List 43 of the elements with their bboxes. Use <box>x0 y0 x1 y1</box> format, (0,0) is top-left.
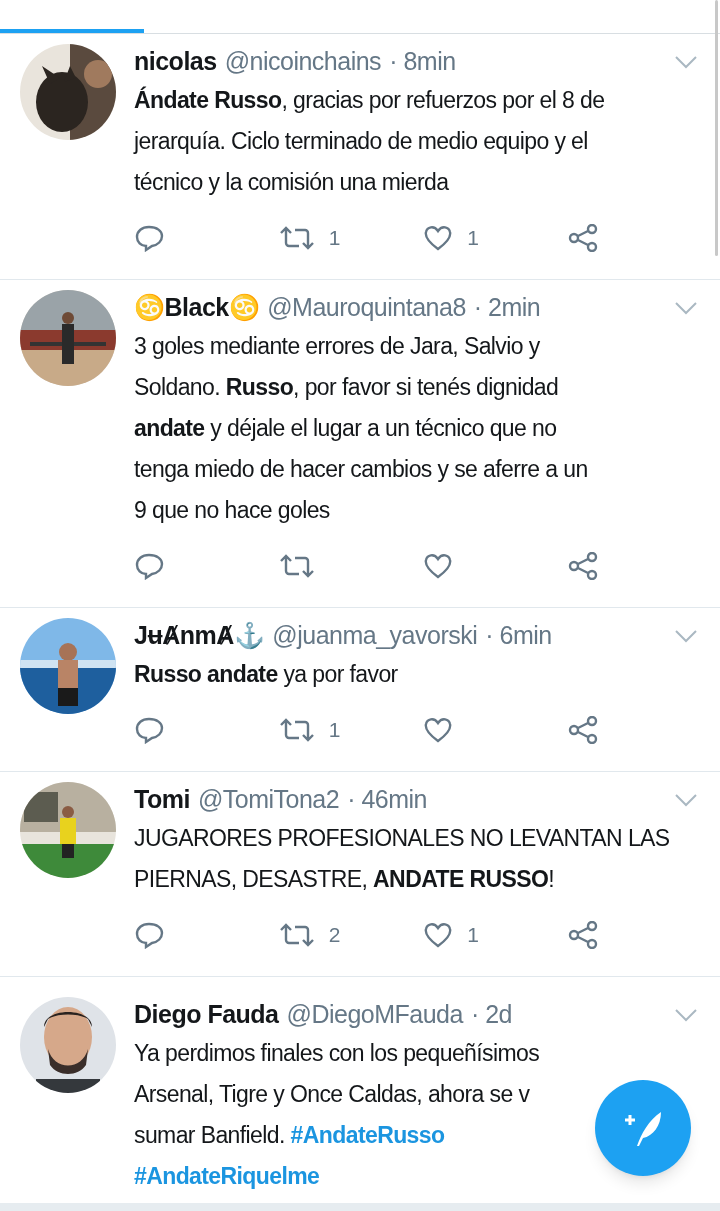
retweet-icon[interactable] <box>278 922 315 948</box>
share-icon[interactable] <box>568 921 598 949</box>
tweet-text: Russo andate ya por favor <box>134 660 398 689</box>
tweet-text: JUGARORES PROFESIONALES NO LEVANTAN LAS PIERNAS, DESASTRE, ANDATE RUSSO! <box>134 824 670 894</box>
display-name: JʉȺnmȺ⚓ <box>134 620 265 652</box>
like-count: 1 <box>467 225 480 252</box>
reply-icon[interactable] <box>134 552 164 580</box>
tweet-text: Ya perdimos finales con los pequeñísimos Arsenal, Tigre y Once Caldas, ahora se v sumar Banfield. #AndateRusso #AndateRiquelme <box>134 1039 540 1191</box>
heart-icon[interactable] <box>423 716 454 744</box>
hashtag-link[interactable]: #AndateRusso <box>290 1122 445 1148</box>
display-name: ♋Black♋ <box>134 292 260 324</box>
share-icon[interactable] <box>568 552 598 580</box>
display-name: nicolas <box>134 46 217 78</box>
like-count: 1 <box>467 922 480 949</box>
display-name: Diego Fauda <box>134 999 279 1031</box>
display-name: Tomi <box>134 784 190 816</box>
retweet-count: 1 <box>328 717 341 744</box>
tweet-time: · 2d <box>470 999 513 1031</box>
tweet-time: · 2min <box>473 292 541 324</box>
user-handle: @juanma_yavorski <box>272 620 478 652</box>
tweet-time: · 8min <box>389 46 456 78</box>
tweet-time: · 46min <box>347 784 428 816</box>
user-handle: @Mauroquintana8 <box>267 292 466 324</box>
tweet-text: Ándate Russo, gracias por refuerzos por el 8 de jerarquía. Ciclo terminado de medio equipo y el técnico y la comisión una mierda <box>134 85 605 197</box>
heart-icon[interactable] <box>423 921 454 949</box>
retweet-icon[interactable] <box>278 717 315 743</box>
retweet-icon[interactable] <box>278 553 315 579</box>
retweet-count: 1 <box>328 225 341 252</box>
reply-icon[interactable] <box>134 224 164 252</box>
user-handle: @DiegoMFauda <box>286 999 463 1031</box>
heart-icon[interactable] <box>423 552 454 580</box>
hashtag-link[interactable]: #AndateRiquelme <box>134 1163 320 1189</box>
share-icon[interactable] <box>568 716 598 744</box>
heart-icon[interactable] <box>423 224 454 252</box>
reply-icon[interactable] <box>134 921 164 949</box>
retweet-icon[interactable] <box>278 225 315 251</box>
tweet-text: 3 goles mediante errores de Jara, Salvio y Soldano. Russo, por favor si tenés dignidad andate y déjale el lugar a un técnico que no tenga miedo de hacer cambios y se aferre a un 9 que no hace goles <box>134 332 588 525</box>
retweet-count: 2 <box>328 922 341 949</box>
share-icon[interactable] <box>568 224 598 252</box>
tweet-time: · 6min <box>485 620 552 652</box>
reply-icon[interactable] <box>134 716 164 744</box>
user-handle: @nicoinchains <box>224 46 382 78</box>
user-handle: @TomiTona2 <box>197 784 340 816</box>
